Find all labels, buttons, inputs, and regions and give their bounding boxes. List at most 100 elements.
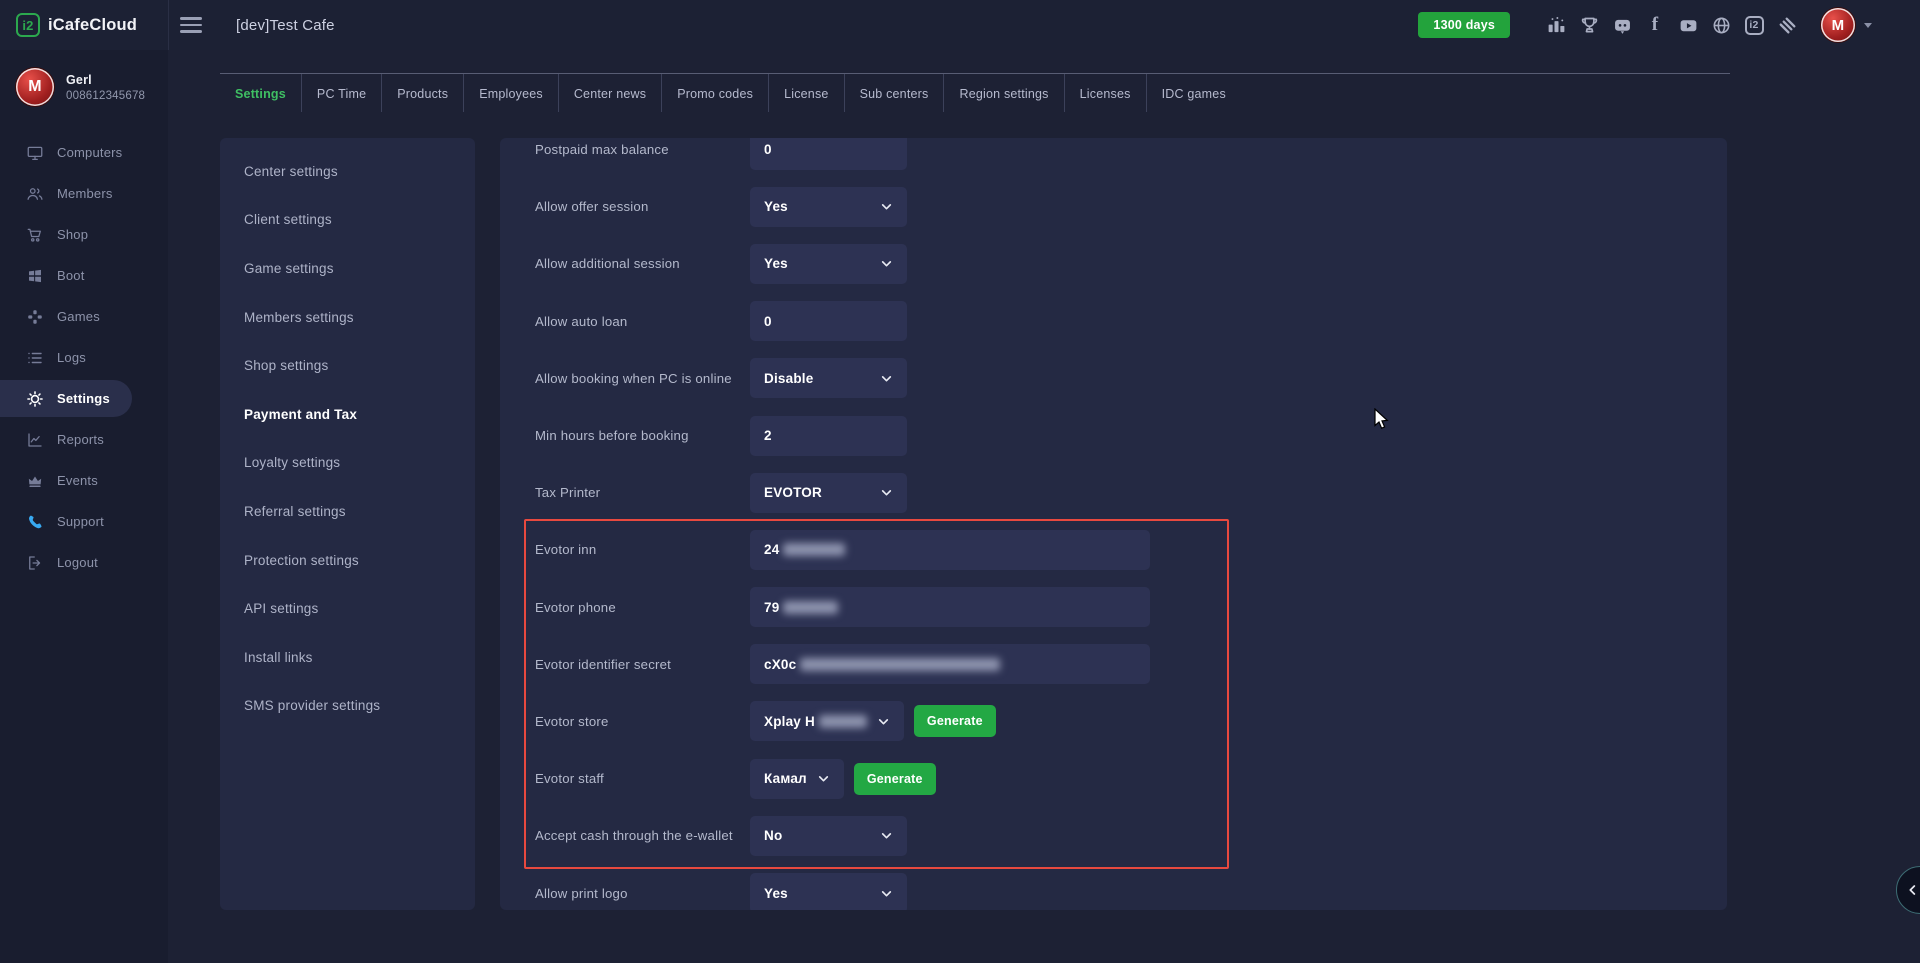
sidebar-item-label: Shop	[57, 227, 88, 242]
sidebar-item-label: Settings	[57, 391, 110, 406]
submenu-api-settings[interactable]: API settings	[220, 584, 475, 633]
sidebar-item-label: Logout	[57, 555, 98, 570]
tab-employees[interactable]: Employees	[464, 74, 559, 112]
submenu-loyalty-settings[interactable]: Loyalty settings	[220, 439, 475, 488]
allow-additional-session-select[interactable]: Yes	[750, 244, 907, 284]
chevron-down-icon	[817, 772, 830, 785]
form-row: Allow auto loan 0	[500, 293, 1727, 350]
sidebar-item-logs[interactable]: Logs	[0, 337, 168, 378]
sidebar: M Gerl 008612345678 Computers Members Sh…	[0, 50, 168, 963]
settings-submenu: Center settings Client settings Game set…	[220, 138, 475, 910]
sidebar-item-members[interactable]: Members	[0, 173, 168, 214]
sidebar-item-boot[interactable]: Boot	[0, 255, 168, 296]
brand[interactable]: i2 iCafeCloud	[0, 0, 168, 50]
form-row: Allow print logo Yes	[500, 864, 1727, 910]
payment-tax-form: Postpaid max balance 0 Allow offer sessi…	[500, 138, 1727, 910]
chevron-left-icon	[1905, 882, 1920, 898]
allow-print-logo-select[interactable]: Yes	[750, 873, 907, 910]
sidebar-item-shop[interactable]: Shop	[0, 214, 168, 255]
generate-staff-button[interactable]: Generate	[854, 763, 936, 795]
trophy-icon[interactable]	[1577, 13, 1601, 37]
sidebar-item-reports[interactable]: Reports	[0, 419, 168, 460]
crown-icon	[26, 472, 44, 490]
tab-products[interactable]: Products	[382, 74, 464, 112]
topbar-right: 1300 days f	[1418, 8, 1920, 42]
submenu-game-settings[interactable]: Game settings	[220, 244, 475, 293]
user-name: Gerl	[66, 73, 145, 87]
list-icon	[26, 349, 44, 367]
tax-printer-select[interactable]: EVOTOR	[750, 473, 907, 513]
form-row: Evotor phone 79	[500, 579, 1727, 636]
sidebar-item-settings[interactable]: Settings	[0, 378, 168, 419]
sidebar-item-games[interactable]: Games	[0, 296, 168, 337]
submenu-referral-settings[interactable]: Referral settings	[220, 487, 475, 536]
submenu-members-settings[interactable]: Members settings	[220, 293, 475, 342]
evotor-store-select[interactable]: Xplay H	[750, 701, 904, 741]
min-hours-before-booking-input[interactable]: 2	[750, 416, 907, 456]
license-days-badge[interactable]: 1300 days	[1418, 12, 1510, 38]
app-window: i2 iCafeCloud [dev]Test Cafe 1300 days	[0, 0, 1920, 963]
chevron-down-icon	[880, 486, 893, 499]
tab-promo-codes[interactable]: Promo codes	[662, 74, 769, 112]
sidebar-item-support[interactable]: Support	[0, 501, 168, 542]
globe-icon[interactable]	[1709, 13, 1733, 37]
form-row: Allow additional session Yes	[500, 235, 1727, 292]
facebook-icon[interactable]: f	[1643, 13, 1667, 37]
allow-auto-loan-input[interactable]: 0	[750, 301, 907, 341]
chevron-down-icon	[880, 200, 893, 213]
tab-region-settings[interactable]: Region settings	[944, 74, 1064, 112]
youtube-icon[interactable]	[1676, 13, 1700, 37]
form-row: Tax Printer EVOTOR	[500, 464, 1727, 521]
allow-offer-session-select[interactable]: Yes	[750, 187, 907, 227]
tab-idc-games[interactable]: IDC games	[1147, 74, 1241, 112]
evotor-inn-input[interactable]: 24	[750, 530, 1150, 570]
user-avatar: M	[16, 68, 54, 106]
submenu-sms-provider-settings[interactable]: SMS provider settings	[220, 682, 475, 731]
sidebar-item-label: Computers	[57, 145, 122, 160]
icafecloud-logo-icon: i2	[16, 13, 40, 37]
menu-toggle-icon[interactable]	[180, 17, 202, 32]
user-avatar[interactable]: M	[1821, 8, 1855, 42]
icafe-mark-icon[interactable]: i2	[1742, 13, 1766, 37]
layers-icon[interactable]	[1775, 13, 1799, 37]
submenu-client-settings[interactable]: Client settings	[220, 196, 475, 245]
form-row: Allow booking when PC is online Disable	[500, 350, 1727, 407]
chevron-down-icon	[880, 257, 893, 270]
submenu-shop-settings[interactable]: Shop settings	[220, 341, 475, 390]
sidebar-item-logout[interactable]: Logout	[0, 542, 168, 583]
accept-cash-ewallet-select[interactable]: No	[750, 816, 907, 856]
tab-settings[interactable]: Settings	[220, 74, 302, 112]
sidebar-item-label: Members	[57, 186, 113, 201]
tab-licenses[interactable]: Licenses	[1065, 74, 1147, 112]
settings-tabs: Settings PC Time Products Employees Cent…	[220, 73, 1730, 112]
evotor-staff-select[interactable]: Камал	[750, 759, 844, 799]
chevron-down-icon[interactable]	[1864, 23, 1872, 28]
allow-booking-pc-online-select[interactable]: Disable	[750, 358, 907, 398]
tab-center-news[interactable]: Center news	[559, 74, 662, 112]
redacted-value	[783, 543, 845, 556]
submenu-install-links[interactable]: Install links	[220, 633, 475, 682]
discord-icon[interactable]	[1610, 13, 1634, 37]
postpaid-max-balance-input[interactable]: 0	[750, 138, 907, 170]
sidebar-item-label: Boot	[57, 268, 85, 283]
submenu-protection-settings[interactable]: Protection settings	[220, 536, 475, 585]
ranking-icon[interactable]	[1544, 13, 1568, 37]
tab-pc-time[interactable]: PC Time	[302, 74, 382, 112]
sidebar-item-events[interactable]: Events	[0, 460, 168, 501]
sidebar-item-computers[interactable]: Computers	[0, 132, 168, 173]
form-row: Evotor inn 24	[500, 521, 1727, 578]
tab-sub-centers[interactable]: Sub centers	[845, 74, 945, 112]
monitor-icon	[26, 144, 44, 162]
cafe-title: [dev]Test Cafe	[236, 17, 335, 34]
sidebar-nav: Computers Members Shop Boot Games Logs	[0, 132, 168, 583]
evotor-phone-input[interactable]: 79	[750, 587, 1150, 627]
main-content: Settings PC Time Products Employees Cent…	[168, 50, 1920, 963]
sidebar-user[interactable]: M Gerl 008612345678	[0, 50, 168, 106]
logout-icon	[26, 554, 44, 572]
evotor-identifier-secret-input[interactable]: cX0c	[750, 644, 1150, 684]
submenu-center-settings[interactable]: Center settings	[220, 147, 475, 196]
chevron-down-icon	[880, 887, 893, 900]
submenu-payment-and-tax[interactable]: Payment and Tax	[220, 390, 475, 439]
generate-store-button[interactable]: Generate	[914, 705, 996, 737]
tab-license[interactable]: License	[769, 74, 845, 112]
